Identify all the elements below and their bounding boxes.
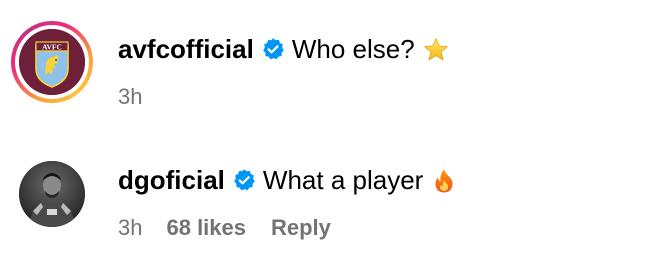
likes-count-link[interactable]: 68 likes [166,215,246,241]
avatar-story-ring[interactable]: AVFC [11,21,93,103]
comment-timestamp[interactable]: 3h [118,215,142,241]
comment-meta: 3h 68 likes Reply [118,213,331,243]
profile-photo-icon [19,161,85,227]
avatar[interactable] [19,161,85,227]
comment-text: What a player [262,165,424,195]
comment-timestamp[interactable]: 3h [118,84,142,110]
star-emoji-icon [423,38,448,61]
reply-button[interactable]: Reply [271,215,331,241]
avatar-ring-gap: AVFC [15,25,89,99]
fire-emoji-icon [435,169,453,193]
comment-item: dgoficial What a player 3h 68 likes Repl… [0,130,672,276]
username-link[interactable]: avfcofficial [118,31,254,67]
comment-main-line: dgoficial What a player [118,162,457,198]
crest-text: AVFC [42,43,62,52]
avfc-crest-icon: AVFC [19,29,85,95]
avatar[interactable]: AVFC [19,29,85,95]
comment-main-line: avfcofficial Who else? [118,31,449,67]
comment-meta: 3h [118,82,166,112]
username-link[interactable]: dgoficial [118,162,225,198]
verified-badge-icon [263,38,284,60]
comment-item: AVFC avfcofficial Who else? 3h [0,0,672,130]
comment-text: Who else? [291,34,415,64]
verified-badge-icon [234,169,255,191]
